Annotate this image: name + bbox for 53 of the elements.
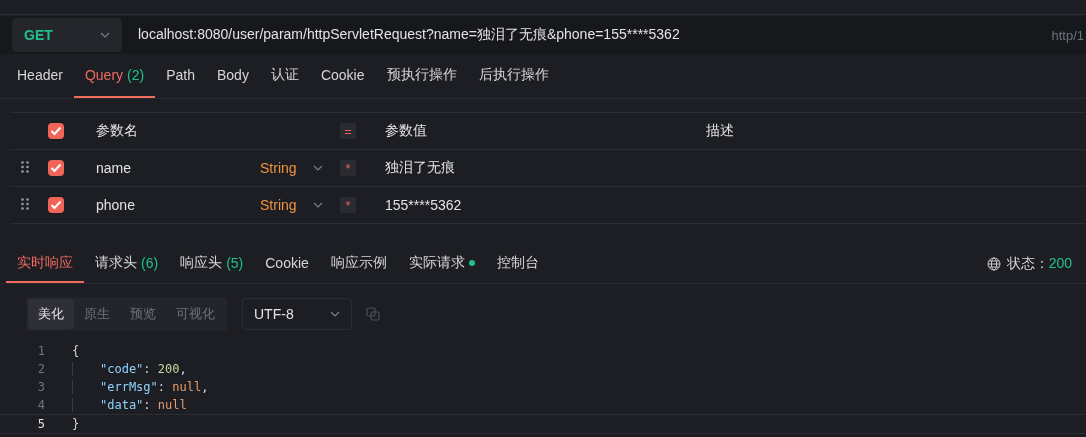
response-tab[interactable]: Cookie — [254, 245, 320, 283]
required-mark[interactable]: * — [340, 197, 356, 213]
code-line: { — [72, 344, 80, 358]
chevron-down-icon — [330, 311, 340, 317]
response-tab[interactable]: 响应示例 — [319, 245, 398, 283]
column-header: 描述 — [706, 122, 734, 140]
response-tab[interactable]: 控制台 — [485, 245, 550, 283]
request-tab[interactable]: 预执行操作 — [375, 54, 468, 98]
code-line: "data": null — [72, 398, 187, 412]
chevron-down-icon — [312, 165, 323, 171]
status-label: 状态：200 — [1006, 255, 1072, 273]
method-select[interactable]: GET — [12, 18, 122, 52]
view-mode-tab[interactable]: 美化 — [28, 299, 74, 329]
column-header: 参数名 — [96, 122, 138, 140]
code-line: "code": 200, — [72, 362, 187, 376]
type-select[interactable]: String — [260, 197, 323, 213]
chevron-down-icon — [312, 202, 323, 208]
url-field[interactable]: localhost:8080/user/param/httpServletRequest?name=独泪了无痕&phone=155****5362 — [138, 26, 1052, 44]
param-value[interactable]: 155****5362 — [385, 197, 462, 213]
required-mark[interactable]: * — [340, 160, 356, 176]
request-tab[interactable]: Path — [155, 54, 206, 98]
encoding-select[interactable]: UTF-8 — [242, 298, 352, 330]
response-tab[interactable]: 实时响应 — [6, 245, 84, 283]
line-number: 4 — [36, 398, 46, 412]
checkbox[interactable] — [48, 197, 64, 213]
drag-handle-icon[interactable] — [21, 198, 29, 210]
line-number: 2 — [36, 362, 46, 376]
request-tab[interactable]: Header — [6, 54, 74, 98]
response-tab[interactable]: 响应头 (5) — [169, 245, 255, 283]
request-tab[interactable]: Query (2) — [73, 54, 156, 98]
param-value[interactable]: 独泪了无痕 — [385, 159, 455, 177]
request-tab[interactable]: 认证 — [259, 54, 310, 98]
checkbox[interactable] — [48, 123, 64, 139]
line-number: 3 — [36, 380, 46, 394]
line-number: 1 — [36, 344, 46, 358]
chevron-down-icon — [100, 32, 110, 38]
globe-icon[interactable] — [986, 257, 1001, 271]
param-name[interactable]: phone — [96, 197, 135, 213]
protocol-label: http/1 — [1051, 27, 1084, 43]
param-name[interactable]: name — [96, 160, 132, 176]
request-tab[interactable]: Cookie — [309, 54, 376, 98]
line-number: 5 — [36, 417, 46, 431]
response-tab[interactable]: 实际请求 — [397, 245, 486, 283]
checkbox[interactable] — [48, 160, 64, 176]
request-tab[interactable]: 后执行操作 — [467, 54, 560, 98]
equals-icon: = — [340, 123, 356, 139]
drag-handle-icon[interactable] — [21, 161, 29, 173]
response-tab[interactable]: 请求头 (6) — [84, 245, 170, 283]
request-tab[interactable]: Body — [206, 54, 260, 98]
code-line: "errMsg": null, — [72, 380, 209, 394]
column-header: 参数值 — [385, 122, 427, 140]
type-select[interactable]: String — [260, 160, 323, 176]
code-line: } — [72, 417, 80, 431]
